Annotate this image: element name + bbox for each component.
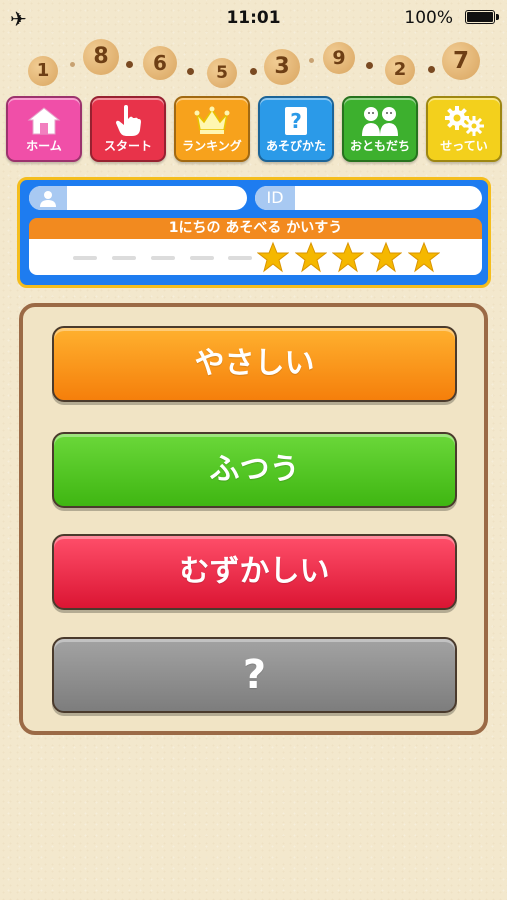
play-slot-empty	[228, 256, 252, 260]
nav-home-button[interactable]: ホーム	[6, 96, 82, 162]
help-book-icon: ?	[260, 104, 332, 138]
gears-icon	[428, 104, 500, 138]
number-dot	[366, 62, 373, 69]
number-dot	[428, 66, 435, 73]
id-label: ID	[255, 186, 295, 210]
nav-ranking-label: ランキング	[182, 139, 242, 153]
daily-plays-meter	[29, 239, 482, 275]
number-circle: 6	[143, 46, 177, 80]
number-circle: 5	[207, 58, 237, 88]
number-circle: 7	[442, 42, 480, 80]
number-dot	[70, 62, 75, 67]
username-field	[29, 186, 247, 210]
battery-percentage: 100%	[404, 8, 453, 28]
nav-friends-label: おともだち	[349, 139, 410, 153]
friends-icon	[344, 104, 416, 138]
user-icon	[29, 186, 67, 210]
svg-text:?: ?	[290, 109, 302, 133]
number-dot	[309, 58, 314, 63]
number-circle: 9	[323, 42, 355, 74]
profile-panel: ID 1にちの あそべる かいすう	[17, 177, 491, 288]
star-icon	[408, 241, 440, 273]
nav-howto-label: あそびかた	[265, 139, 326, 153]
nav-home-label: ホーム	[26, 139, 62, 153]
star-icon	[257, 241, 289, 273]
number-circle: 8	[83, 39, 119, 75]
secret-button[interactable]: ?	[52, 637, 457, 713]
hard-button[interactable]: むずかしい	[52, 534, 457, 610]
play-slot-empty	[112, 256, 136, 260]
nav-ranking-button[interactable]: ランキング	[174, 96, 250, 162]
nav-start-button[interactable]: スタート	[90, 96, 166, 162]
nav-settings-label: せってい	[440, 139, 488, 153]
daily-plays-label: 1にちの あそべる かいすう	[29, 218, 482, 239]
number-circle: 2	[385, 55, 415, 85]
number-circle: 1	[28, 56, 58, 86]
battery-icon	[465, 10, 499, 24]
star-icon	[295, 241, 327, 273]
star-icon	[332, 241, 364, 273]
status-bar: ✈ 11:01 100%	[0, 0, 507, 36]
number-dot	[126, 61, 133, 68]
play-slot-empty	[190, 256, 214, 260]
nav-settings-button[interactable]: せってい	[426, 96, 502, 162]
crown-icon	[176, 104, 248, 138]
easy-button[interactable]: やさしい	[52, 326, 457, 402]
number-circle: 3	[264, 49, 300, 85]
play-slot-empty	[151, 256, 175, 260]
nav-friends-button[interactable]: おともだち	[342, 96, 418, 162]
number-dot	[250, 68, 257, 75]
user-id-field: ID	[255, 186, 482, 210]
nav-start-label: スタート	[103, 139, 152, 153]
pointing-hand-icon	[92, 104, 164, 138]
play-slot-empty	[73, 256, 97, 260]
normal-button[interactable]: ふつう	[52, 432, 457, 508]
number-dot	[187, 68, 194, 75]
nav-howto-button[interactable]: ? あそびかた	[258, 96, 334, 162]
star-icon	[370, 241, 402, 273]
home-icon	[8, 104, 80, 138]
